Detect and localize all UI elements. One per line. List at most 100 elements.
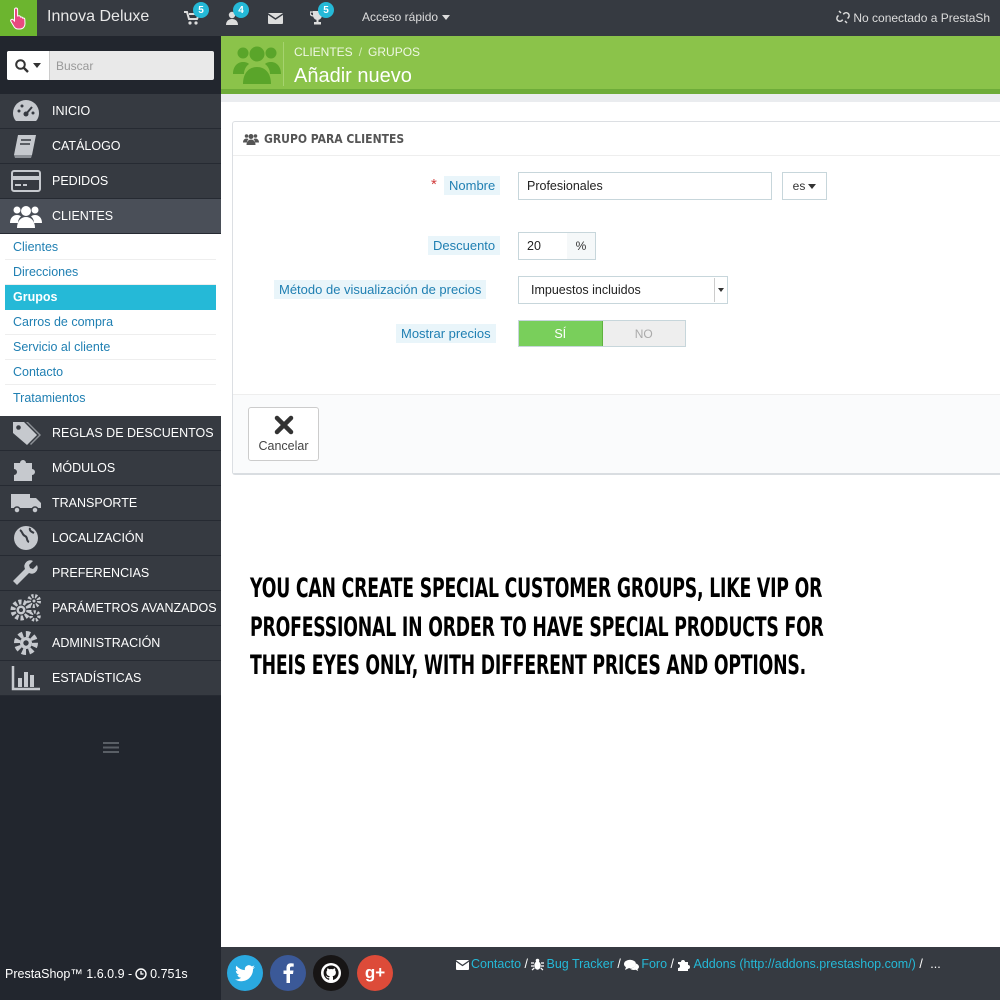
menu-item-pedidos[interactable]: PEDIDOS [0, 164, 221, 199]
menu-item-parametros[interactable]: PARÁMETROS AVANZADOS [0, 591, 221, 626]
footer-separator: / [670, 957, 674, 971]
users-icon [10, 206, 42, 228]
caret-down-icon [442, 15, 451, 21]
close-icon [274, 415, 293, 435]
panel-heading: GRUPO PARA CLIENTES [233, 122, 1000, 156]
puzzle-icon [14, 460, 35, 481]
breadcrumb-grupos[interactable]: GRUPOS [368, 45, 420, 59]
menu-item-modulos[interactable]: MÓDULOS [0, 451, 221, 486]
promo-text: YOU CAN CREATE SPECIAL CUSTOMER GROUPS, … [250, 570, 870, 686]
customers-notification[interactable]: 4 [223, 2, 249, 26]
menu-item-label: TRANSPORTE [52, 496, 138, 510]
connection-status[interactable]: No conectado a PrestaSh [836, 10, 990, 25]
bug-icon [531, 958, 545, 971]
submenu-item-carros[interactable]: Carros de compra [5, 310, 216, 335]
footer-link-contacto[interactable]: Contacto [471, 957, 521, 971]
page-title: Añadir nuevo [294, 65, 412, 87]
menu-item-label: PEDIDOS [52, 174, 109, 188]
footer-ellipsis: ... [930, 957, 941, 971]
github-button[interactable] [313, 955, 349, 991]
menu-item-localizacion[interactable]: LOCALIZACIÓN [0, 521, 221, 556]
menu-item-label: PARÁMETROS AVANZADOS [52, 601, 217, 615]
envelope-icon [456, 959, 469, 970]
menu-item-transporte[interactable]: TRANSPORTE [0, 486, 221, 521]
show-prices-no[interactable]: NO [603, 321, 686, 346]
twitter-button[interactable] [227, 955, 263, 991]
header-toolbar-strip [221, 94, 1000, 102]
facebook-button[interactable] [270, 955, 306, 991]
footer-separator: / [524, 957, 528, 971]
select-arrow-icon [714, 278, 726, 302]
version-text: PrestaShop™ 1.6.0.9 - [5, 966, 133, 981]
messages-notification[interactable] [266, 10, 284, 26]
search-input[interactable] [56, 51, 206, 80]
submenu-item-clientes[interactable]: Clientes [5, 235, 216, 260]
menu-item-administracion[interactable]: ADMINISTRACIÓN [0, 626, 221, 661]
name-input[interactable] [518, 172, 772, 200]
quick-access-label: Acceso rápido [362, 10, 439, 24]
promo-line-3: THEIS EYES ONLY, WITH DIFFERENT PRICES A… [250, 650, 807, 681]
submenu-item-servicio[interactable]: Servicio al cliente [5, 335, 216, 360]
page-header: CLIENTES / GRUPOS Añadir nuevo [221, 36, 1000, 94]
clock-icon [135, 967, 147, 980]
menu-item-label: REGLAS DE DESCUENTOS [52, 426, 214, 440]
menu-item-label: PREFERENCIAS [52, 566, 150, 580]
collapse-menu-icon[interactable] [103, 738, 119, 757]
bars-icon [103, 742, 119, 753]
language-dropdown[interactable]: es [782, 172, 827, 200]
submenu-item-grupos[interactable]: Grupos [5, 285, 216, 310]
discount-label: Descuento [428, 236, 501, 255]
submenu-item-contacto[interactable]: Contacto [5, 360, 216, 385]
search-type-button[interactable] [7, 51, 50, 80]
caret-down-icon [33, 63, 41, 68]
promo-line-2: PROFESSIONAL IN ORDER TO HAVE SPECIAL PR… [250, 611, 824, 643]
footer-link-addons[interactable]: Addons (http://addons.prestashop.com/) [693, 957, 915, 971]
show-prices-label: Mostrar precios [396, 324, 496, 343]
menu-item-estadisticas[interactable]: ESTADÍSTICAS [0, 661, 221, 696]
footer-version: PrestaShop™ 1.6.0.9 - 0.751s [0, 947, 221, 1000]
credit-card-icon [11, 170, 41, 192]
menu-item-catalogo[interactable]: CATÁLOGO [0, 129, 221, 164]
show-prices-switch[interactable]: SÍ NO [518, 320, 686, 347]
footer-separator: / [617, 957, 621, 971]
cancel-button[interactable]: Cancelar [248, 407, 319, 461]
discount-input[interactable] [518, 232, 568, 260]
submenu-item-tratamientos[interactable]: Tratamientos [5, 385, 216, 410]
quick-access-dropdown[interactable]: Acceso rápido [362, 10, 451, 24]
trophy-notification[interactable]: 5 [308, 2, 334, 26]
price-display-select[interactable]: Impuestos incluidos [518, 276, 728, 304]
cogs-icon [10, 594, 41, 622]
breadcrumb-clientes[interactable]: CLIENTES [294, 45, 353, 59]
orders-notification[interactable]: 5 [183, 2, 209, 26]
show-prices-yes[interactable]: SÍ [519, 321, 603, 346]
tag-icon [13, 422, 41, 445]
search-icon [15, 58, 29, 73]
wrench-icon [13, 560, 38, 585]
top-bar: Innova Deluxe 5 4 5 Acceso rápido No con… [0, 0, 1000, 36]
orders-badge: 5 [193, 2, 209, 18]
github-icon [321, 963, 341, 983]
footer-links: Contacto / Bug Tracker / Foro / Addons (… [456, 957, 941, 972]
sidebar: INICIO CATÁLOGO PEDIDOS CLIENTES Cliente… [0, 36, 221, 947]
menu-item-inicio[interactable]: INICIO [0, 94, 221, 129]
cancel-label: Cancelar [258, 439, 309, 453]
footer-link-foro[interactable]: Foro [641, 957, 667, 971]
bar-chart-icon [11, 666, 40, 691]
connection-status-text: No conectado a PrestaSh [853, 11, 991, 25]
envelope-icon [267, 12, 283, 24]
shop-name[interactable]: Innova Deluxe [47, 8, 149, 26]
menu-item-clientes[interactable]: CLIENTES [0, 199, 221, 234]
caret-down-icon [808, 183, 817, 189]
truck-icon [11, 494, 41, 514]
users-icon [243, 133, 259, 145]
main-menu: INICIO CATÁLOGO PEDIDOS CLIENTES Cliente… [0, 94, 221, 696]
header-divider [283, 42, 284, 86]
prestashop-logo[interactable] [0, 0, 37, 36]
footer-link-bug-tracker[interactable]: Bug Tracker [546, 957, 613, 971]
submenu-item-direcciones[interactable]: Direcciones [5, 260, 216, 285]
google-plus-button[interactable]: g+ [357, 955, 393, 991]
menu-item-preferencias[interactable]: PREFERENCIAS [0, 556, 221, 591]
trophy-badge: 5 [318, 2, 334, 18]
menu-item-reglas[interactable]: REGLAS DE DESCUENTOS [0, 416, 221, 451]
unlink-icon [836, 10, 850, 24]
